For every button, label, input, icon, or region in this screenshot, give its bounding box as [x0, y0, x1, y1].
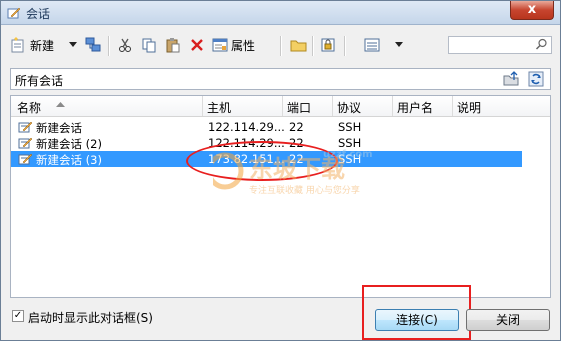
delete-x-icon: [191, 39, 203, 51]
paste-icon: [166, 38, 180, 53]
new-session-label: 新建: [30, 38, 55, 53]
delete-button[interactable]: [190, 34, 204, 56]
session-list[interactable]: 名称 主机 端口 协议 用户名 说明 新建会话 122.114.29... 22…: [10, 95, 551, 298]
search-icon: [535, 38, 547, 50]
properties-button[interactable]: 属性: [212, 34, 255, 56]
network-icon: [85, 37, 101, 52]
new-session-button[interactable]: 新建: [9, 34, 54, 56]
view-mode-button[interactable]: [364, 34, 380, 56]
session-protocol: SSH: [338, 136, 362, 150]
properties-label: 属性: [231, 38, 256, 53]
session-icon: [18, 121, 33, 133]
session-name: 新建会话: [36, 121, 82, 135]
window-title: 会话: [26, 7, 51, 21]
session-path-bar: 所有会话: [10, 68, 551, 90]
list-header: 名称 主机 端口 协议 用户名 说明: [11, 96, 550, 117]
folder-up-icon[interactable]: [503, 71, 519, 87]
column-username[interactable]: 用户名: [397, 99, 433, 116]
session-host: 122.114.29...: [208, 120, 285, 134]
session-icon: [18, 137, 33, 149]
new-icon: [11, 37, 24, 53]
sort-ascending-icon: [56, 102, 65, 107]
session-name: 新建会话 (3): [36, 153, 102, 167]
column-name[interactable]: 名称: [17, 99, 41, 116]
session-settings-button[interactable]: [320, 34, 336, 56]
column-protocol[interactable]: 协议: [337, 99, 361, 116]
chevron-down-icon: [395, 42, 403, 47]
close-button[interactable]: 关闭: [466, 309, 550, 331]
session-row[interactable]: 新建会话 122.114.29... 22 SSH: [11, 119, 550, 135]
session-protocol: SSH: [338, 152, 362, 166]
paste-button[interactable]: [165, 34, 181, 56]
session-port: 22: [289, 120, 304, 134]
open-folder-button[interactable]: [290, 34, 308, 56]
connect-sessions-button[interactable]: [84, 34, 102, 56]
session-icon: [18, 153, 33, 165]
column-port[interactable]: 端口: [287, 99, 311, 116]
cut-button[interactable]: [117, 34, 133, 56]
column-host[interactable]: 主机: [207, 99, 231, 116]
session-protocol: SSH: [338, 120, 362, 134]
view-dropdown-button[interactable]: [395, 34, 403, 56]
show-on-startup-checkbox[interactable]: ✓: [12, 310, 24, 322]
annotation-ellipse: [186, 141, 338, 181]
search-input[interactable]: [448, 36, 552, 54]
path-text: 所有会话: [15, 74, 64, 88]
app-icon: [7, 7, 21, 19]
title-bar[interactable]: 会话 x: [1, 1, 560, 25]
properties-icon: [212, 38, 228, 52]
scissors-icon: [119, 38, 131, 52]
folder-icon: [290, 40, 307, 52]
window-close-button[interactable]: x: [510, 1, 554, 20]
show-on-startup-label[interactable]: 启动时显示此对话框(S): [28, 309, 153, 326]
copy-button[interactable]: [141, 34, 157, 56]
chevron-down-icon: [69, 42, 77, 47]
refresh-icon[interactable]: [528, 71, 544, 87]
column-description[interactable]: 说明: [457, 99, 481, 116]
sessions-dialog: 会话 x 新建 属性 所有会话 名称 主机 端口 协议 用户名 说明 新建会话 …: [0, 0, 561, 341]
connect-button[interactable]: 连接(C): [375, 309, 459, 331]
toolbar: 新建 属性: [7, 31, 554, 61]
session-name: 新建会话 (2): [36, 137, 102, 151]
view-list-icon: [364, 38, 380, 52]
new-dropdown-button[interactable]: [69, 34, 77, 56]
copy-icon: [142, 38, 156, 53]
lock-settings-icon: [321, 38, 335, 52]
